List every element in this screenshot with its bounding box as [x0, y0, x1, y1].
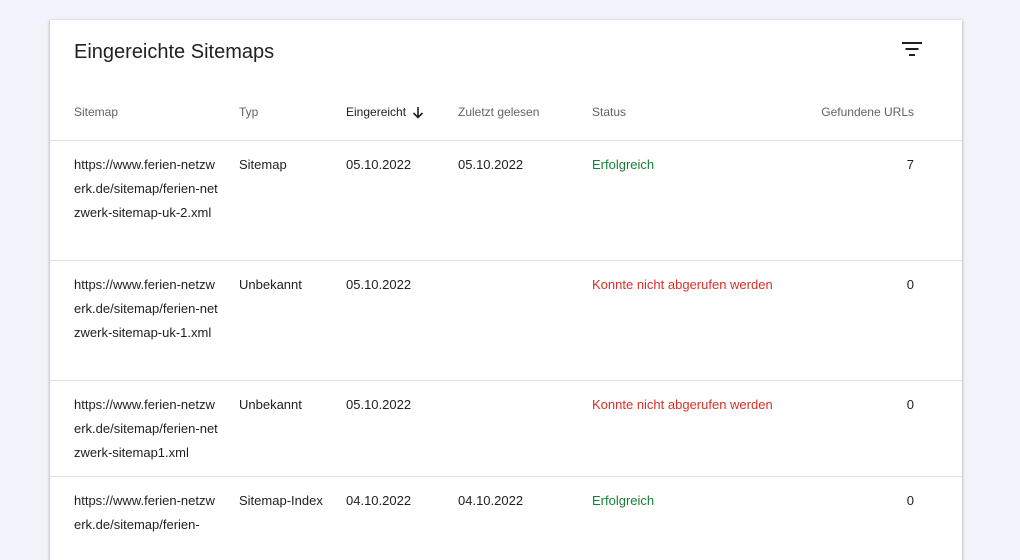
column-header-found-urls[interactable]: Gefundene URLs [821, 104, 914, 120]
found-urls-count: 0 [906, 493, 914, 508]
last-read-date: 05.10.2022 [458, 157, 524, 172]
status-text: Konnte nicht abgerufen werden [592, 397, 773, 412]
sitemap-url[interactable]: https://www.ferien-netzwerk.de/sitemap/f… [74, 273, 222, 345]
status-text: Konnte nicht abgerufen werden [592, 277, 773, 292]
submitted-date: 05.10.2022 [346, 157, 412, 172]
arrow-down-icon [412, 106, 424, 119]
last-read-date: 04.10.2022 [458, 493, 524, 508]
submitted-date: 05.10.2022 [346, 397, 412, 412]
table-row[interactable]: https://www.ferien-netzwerk.de/sitemap/f… [50, 260, 962, 381]
submitted-date: 05.10.2022 [346, 277, 412, 292]
filter-button[interactable] [894, 34, 930, 64]
sitemap-type: Sitemap [239, 157, 287, 172]
card-title: Eingereichte Sitemaps [74, 41, 275, 63]
sitemap-url[interactable]: https://www.ferien-netzwerk.de/sitemap/f… [74, 153, 222, 225]
column-header-last-read[interactable]: Zuletzt gelesen [458, 104, 539, 120]
sitemap-type: Unbekannt [239, 277, 302, 292]
filter-list-icon [902, 42, 922, 56]
column-header-type[interactable]: Typ [239, 104, 258, 120]
sitemap-type: Sitemap-Index [239, 493, 323, 508]
found-urls-count: 0 [906, 277, 914, 292]
sitemap-url[interactable]: https://www.ferien-netzwerk.de/sitemap/f… [74, 489, 222, 537]
submitted-date: 04.10.2022 [346, 493, 412, 508]
table-row[interactable]: https://www.ferien-netzwerk.de/sitemap/f… [50, 476, 962, 560]
sitemap-url[interactable]: https://www.ferien-netzwerk.de/sitemap/f… [74, 393, 222, 465]
column-header-submitted[interactable]: Eingereicht [346, 104, 424, 120]
column-header-submitted-label: Eingereicht [346, 105, 407, 119]
sitemap-type: Unbekannt [239, 397, 302, 412]
found-urls-count: 7 [906, 157, 914, 172]
table-row[interactable]: https://www.ferien-netzwerk.de/sitemap/f… [50, 380, 962, 477]
found-urls-count: 0 [906, 397, 914, 412]
sitemaps-card: Eingereichte Sitemaps Sitemap Typ Einger… [50, 20, 962, 560]
status-text: Erfolgreich [592, 493, 655, 508]
table-row[interactable]: https://www.ferien-netzwerk.de/sitemap/f… [50, 140, 962, 261]
column-header-status[interactable]: Status [592, 104, 626, 120]
column-header-sitemap[interactable]: Sitemap [74, 104, 118, 120]
status-text: Erfolgreich [592, 157, 655, 172]
